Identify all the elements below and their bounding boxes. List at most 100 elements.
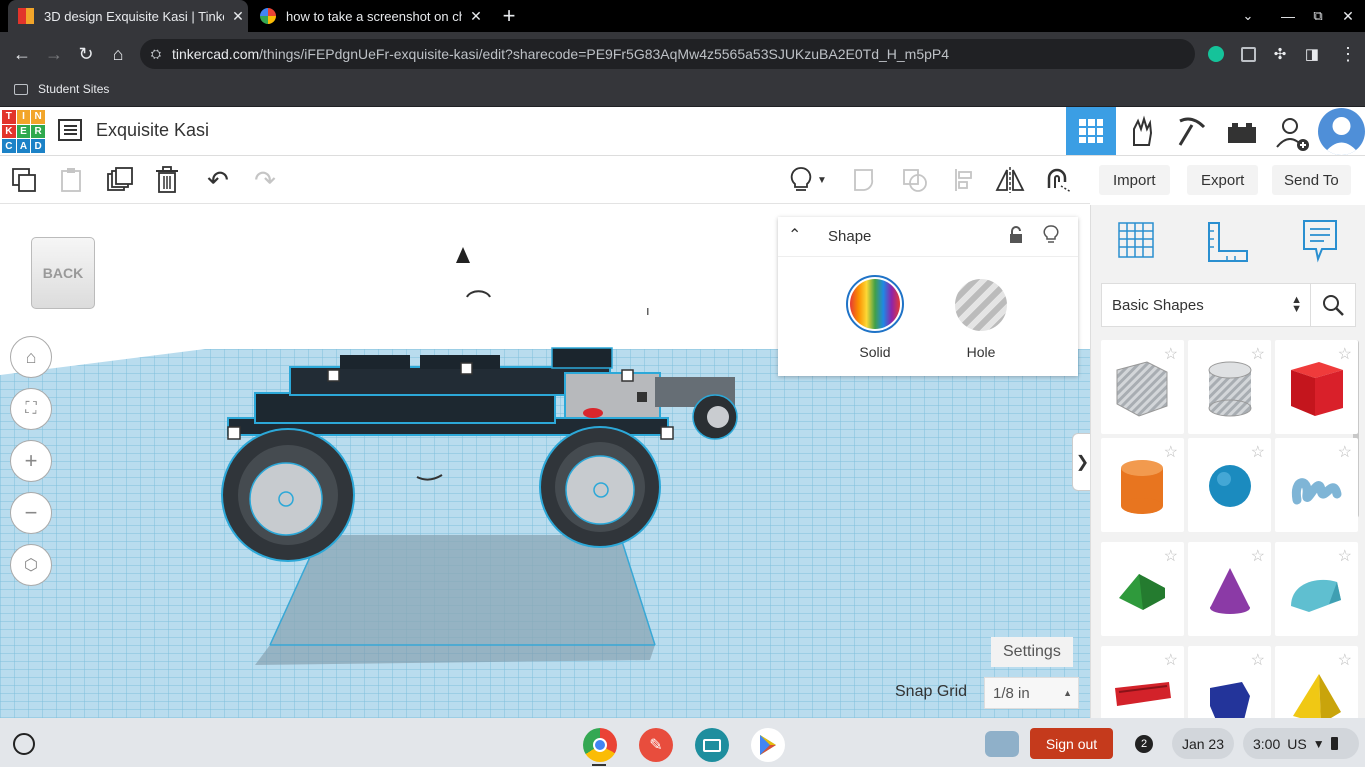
bricks-icon[interactable] [1222,115,1262,149]
site-info-icon[interactable]: ⛭ [140,46,172,62]
undo-icon[interactable]: ↶ [203,165,233,195]
ungroup-icon[interactable] [900,165,930,195]
import-button[interactable]: Import [1099,165,1170,195]
status-tray[interactable]: 3:00 US ▼ [1243,728,1359,759]
resize-handle[interactable] [327,369,340,382]
sign-out-button[interactable]: Sign out [1030,728,1113,759]
duplicate-icon[interactable] [105,165,135,195]
ruler-icon[interactable] [1205,219,1249,263]
home-view-icon[interactable]: ⌂ [10,336,52,378]
screen-capture-tray-icon[interactable] [985,731,1019,757]
resize-handle[interactable] [621,369,634,382]
close-window-icon[interactable]: ✕ [1333,1,1363,31]
hole-swatch[interactable] [955,279,1007,331]
shape-pyramid[interactable]: ☆ [1275,646,1358,718]
classroom-app-icon[interactable] [695,728,729,762]
paste-icon[interactable] [56,165,86,195]
favorite-star-icon[interactable]: ☆ [1251,344,1265,364]
sim-lab-hand-icon[interactable] [1122,115,1162,149]
notification-count-badge[interactable]: 2 [1135,735,1153,753]
close-tab-icon[interactable]: ✕ [228,8,248,25]
design-list-icon[interactable] [58,119,82,141]
favorite-star-icon[interactable]: ☆ [1251,546,1265,566]
tab-tinkercad[interactable]: 3D design Exquisite Kasi | Tinke ✕ [8,0,248,32]
align-icon[interactable] [950,165,980,195]
cruise-magnet-icon[interactable] [1043,165,1073,195]
shape-cylinder-hole[interactable]: ☆ [1188,340,1271,434]
mirror-icon[interactable] [995,165,1025,195]
home-icon[interactable]: ⌂ [103,39,133,69]
shape-scribble[interactable]: ☆ [1275,438,1358,532]
view-cube[interactable]: BACK [31,237,95,309]
favorite-star-icon[interactable]: ☆ [1251,650,1265,670]
resize-handle[interactable] [227,426,241,440]
lift-arrow-icon[interactable] [456,247,470,263]
3d-view-grid-icon[interactable] [1066,107,1116,155]
shape-roof[interactable]: ☆ [1101,542,1184,636]
perspective-cube-icon[interactable]: ⬡ [10,544,52,586]
date-button[interactable]: Jan 23 [1172,728,1234,759]
reload-icon[interactable]: ↻ [71,39,101,69]
shape-polygon[interactable]: ☆ [1188,646,1271,718]
minimize-icon[interactable]: — [1273,1,1303,31]
design-title[interactable]: Exquisite Kasi [96,120,209,141]
favorite-star-icon[interactable]: ☆ [1338,546,1352,566]
zoom-in-icon[interactable]: + [10,440,52,482]
collapse-chevron-up-icon[interactable]: ⌃ [788,225,801,245]
back-icon[interactable]: ← [7,39,37,69]
grammarly-extension-icon[interactable] [1201,39,1231,69]
shape-round-roof[interactable]: ☆ [1275,542,1358,636]
settings-button[interactable]: Settings [991,637,1073,667]
search-shapes-button[interactable] [1310,283,1356,327]
notes-icon[interactable] [1302,219,1338,263]
export-button[interactable]: Export [1187,165,1259,195]
bookmark-student-sites[interactable]: Student Sites [14,82,109,96]
tab-google[interactable]: how to take a screenshot on chr ✕ [250,0,486,32]
chrome-app-icon[interactable] [583,728,617,762]
favorite-star-icon[interactable]: ☆ [1251,442,1265,462]
canvas-app-icon[interactable]: ✎ [639,728,673,762]
screenshot-extension-icon[interactable] [1233,39,1263,69]
tab-search-chevron-icon[interactable]: ⌄ [1233,1,1263,31]
minecraft-pickaxe-icon[interactable] [1172,115,1212,149]
side-panel-icon[interactable]: ◨ [1297,39,1327,69]
new-tab-button[interactable]: + [494,1,524,31]
shape-cylinder[interactable]: ☆ [1101,438,1184,532]
workplane-grid-icon[interactable] [1115,219,1157,261]
favorite-star-icon[interactable]: ☆ [1338,344,1352,364]
notes-lightbulb-icon[interactable] [786,165,816,195]
favorite-star-icon[interactable]: ☆ [1164,546,1178,566]
notes-dropdown-caret-icon[interactable]: ▼ [815,165,829,195]
send-to-button[interactable]: Send To [1272,165,1351,195]
fit-view-icon[interactable]: ⛶ [10,388,52,430]
resize-handle[interactable] [460,362,473,375]
shape-text[interactable]: ☆ [1101,646,1184,718]
play-store-icon[interactable] [751,728,785,762]
restore-icon[interactable]: ⧉ [1303,1,1333,31]
invite-user-icon[interactable] [1272,115,1312,153]
shape-box[interactable]: ☆ [1275,340,1358,434]
forward-icon[interactable]: → [39,39,69,69]
shape-box-hole[interactable]: ☆ [1101,340,1184,434]
snap-grid-select[interactable]: 1/8 in ▲ [984,677,1079,709]
zoom-out-icon[interactable]: − [10,492,52,534]
redo-icon[interactable]: ↷ [250,165,280,195]
extensions-puzzle-icon[interactable]: ✣ [1265,39,1295,69]
favorite-star-icon[interactable]: ☆ [1164,650,1178,670]
group-icon[interactable] [851,165,881,195]
rotate-handle-icon[interactable] [466,290,491,298]
launcher-icon[interactable] [13,733,35,755]
shape-category-select[interactable]: Basic Shapes ▲ ▼ [1101,283,1311,327]
solid-color-swatch[interactable] [846,275,904,333]
shape-cone[interactable]: ☆ [1188,542,1271,636]
chrome-menu-icon[interactable]: ⋮ [1333,39,1363,69]
favorite-star-icon[interactable]: ☆ [1164,344,1178,364]
hide-lightbulb-icon[interactable] [1043,225,1059,245]
close-tab-icon[interactable]: ✕ [466,8,486,25]
delete-trash-icon[interactable] [152,165,182,195]
favorite-star-icon[interactable]: ☆ [1338,442,1352,462]
lock-icon[interactable] [1008,226,1024,244]
favorite-star-icon[interactable]: ☆ [1164,442,1178,462]
favorite-star-icon[interactable]: ☆ [1338,650,1352,670]
resize-handle[interactable] [660,426,674,440]
